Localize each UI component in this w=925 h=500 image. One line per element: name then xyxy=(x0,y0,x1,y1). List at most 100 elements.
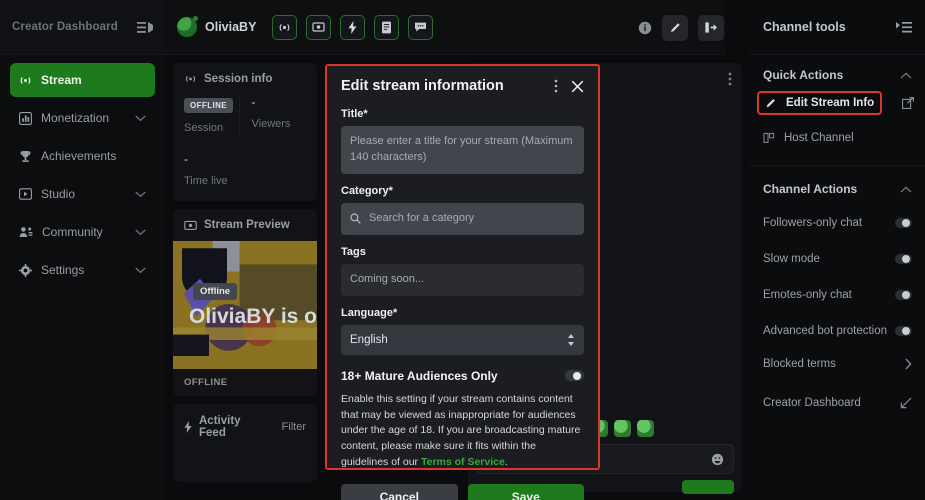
cancel-button[interactable]: Cancel xyxy=(341,483,458,500)
channel-actions-title: Channel Actions xyxy=(763,182,858,196)
close-icon[interactable] xyxy=(571,80,584,93)
more-vertical-icon[interactable] xyxy=(728,72,732,86)
channel-action-blocked-terms[interactable]: Blocked terms xyxy=(750,349,925,379)
pencil-icon[interactable] xyxy=(662,14,688,41)
mature-audiences-description: Enable this setting if your stream conta… xyxy=(341,392,584,471)
main-panels-column: Session info OFFLINE Session - Viewers -… xyxy=(165,55,325,500)
quick-action-edit-stream-info-row: Edit Stream Info xyxy=(750,91,925,115)
language-select[interactable]: English xyxy=(341,324,584,355)
more-vertical-icon[interactable] xyxy=(554,79,558,93)
stream-preview-panel: Stream Preview Offline OliviaBY is offli… xyxy=(173,209,317,396)
dashboard-title: Creator Dashboard xyxy=(12,21,118,33)
channel-actions-header[interactable]: Channel Actions xyxy=(750,166,925,205)
chevron-up-icon[interactable] xyxy=(900,186,912,193)
quick-action-label: Host Channel xyxy=(784,131,854,144)
stream-preview-thumbnail[interactable]: Offline OliviaBY is offline xyxy=(173,241,317,369)
sidebar-item-studio[interactable]: Studio xyxy=(10,177,155,211)
activity-feed-title: Activity Feed xyxy=(199,415,241,439)
panel-collapse-icon[interactable] xyxy=(896,21,912,34)
broadcast-icon[interactable] xyxy=(272,14,298,40)
description-text-part2: . xyxy=(504,455,508,468)
sidebar-item-settings[interactable]: Settings xyxy=(10,253,155,287)
stepper-arrows-icon xyxy=(567,333,575,347)
stream-preview-title: Stream Preview xyxy=(204,219,290,231)
title-input-placeholder: Please enter a title for your stream (Ma… xyxy=(350,135,573,163)
mature-audiences-row: 18+ Mature Audiences Only xyxy=(341,369,584,383)
session-info-panel: Session info OFFLINE Session - Viewers -… xyxy=(173,63,317,201)
collapse-corner-icon xyxy=(900,397,912,409)
emote-item[interactable] xyxy=(637,419,654,437)
channel-action-slow-mode[interactable]: Slow mode xyxy=(750,241,925,277)
quick-actions-header[interactable]: Quick Actions xyxy=(750,55,925,91)
emoji-icon[interactable] xyxy=(711,453,724,466)
chevron-up-icon[interactable] xyxy=(900,72,912,79)
lightning-icon[interactable] xyxy=(340,14,366,40)
advanced-bot-protection-toggle[interactable] xyxy=(895,326,912,336)
preview-footer-status: OFFLINE xyxy=(184,377,228,388)
collapse-sidebar-icon[interactable] xyxy=(137,21,153,34)
channel-action-advanced-bot-protection[interactable]: Advanced bot protection xyxy=(750,313,925,349)
title-input[interactable]: Please enter a title for your stream (Ma… xyxy=(341,126,584,174)
trophy-icon xyxy=(19,150,32,163)
avatar xyxy=(177,16,198,37)
time-live-label: Time live xyxy=(184,175,228,187)
session-label: Session xyxy=(184,122,224,134)
time-live-value: - xyxy=(184,152,188,166)
external-link-icon[interactable] xyxy=(902,97,925,109)
quick-icon-buttons xyxy=(272,14,434,40)
emote-item[interactable] xyxy=(614,419,631,437)
chevron-down-icon xyxy=(135,229,146,236)
mature-audiences-toggle[interactable] xyxy=(565,370,584,382)
document-icon[interactable] xyxy=(374,14,400,40)
channel-action-followers-only-chat[interactable]: Followers-only chat xyxy=(750,205,925,241)
activity-feed-panel: Activity Feed Filter xyxy=(173,404,317,482)
modal-header: Edit stream information xyxy=(341,78,584,94)
send-message-button[interactable] xyxy=(682,480,734,494)
terms-of-service-link[interactable]: Terms of Service xyxy=(421,456,505,468)
broadcast-icon xyxy=(184,74,197,84)
modal-actions: Cancel Save xyxy=(341,483,584,500)
sidebar-item-stream[interactable]: Stream xyxy=(10,63,155,97)
brand-name: OliviaBY xyxy=(205,20,257,34)
followers-only-chat-toggle[interactable] xyxy=(895,218,912,228)
channel-action-label: Followers-only chat xyxy=(763,217,863,229)
info-icon[interactable] xyxy=(638,21,652,35)
channel-action-label: Blocked terms xyxy=(763,358,836,370)
activity-feed-filter[interactable]: Filter xyxy=(282,421,306,433)
title-field-label: Title* xyxy=(341,108,368,120)
sidebar-item-label: Achievements xyxy=(41,149,117,163)
language-selected-value: English xyxy=(350,333,388,346)
status-badge: OFFLINE xyxy=(184,98,234,113)
sidebar-item-label: Studio xyxy=(41,187,76,201)
quick-action-edit-stream-info[interactable]: Edit Stream Info xyxy=(757,91,883,115)
channel-action-creator-dashboard[interactable]: Creator Dashboard xyxy=(750,385,925,421)
save-button[interactable]: Save xyxy=(467,483,584,500)
lightning-icon xyxy=(184,421,192,433)
preview-offline-badge: Offline xyxy=(193,283,238,300)
category-field-label: Category* xyxy=(341,184,393,197)
edit-stream-information-dialog: Edit stream information Title* Please en… xyxy=(325,64,600,500)
sidebar-item-achievements[interactable]: Achievements xyxy=(10,139,155,173)
tags-input-placeholder: Coming soon... xyxy=(350,272,424,285)
sidebar-item-monetization[interactable]: Monetization xyxy=(10,101,155,135)
slow-mode-toggle[interactable] xyxy=(895,254,912,264)
tags-input[interactable]: Coming soon... xyxy=(341,263,584,296)
search-icon xyxy=(350,213,361,225)
category-search-input[interactable]: Search for a category xyxy=(341,202,584,235)
channel-action-label: Creator Dashboard xyxy=(763,397,861,409)
exit-icon[interactable] xyxy=(698,14,724,41)
screen-share-icon[interactable] xyxy=(306,14,332,40)
session-info-title: Session info xyxy=(204,73,273,85)
quick-action-host-channel[interactable]: Host Channel xyxy=(750,122,925,153)
preview-offline-text: OliviaBY is offline xyxy=(189,305,317,328)
emotes-only-chat-toggle[interactable] xyxy=(895,290,912,300)
channel-action-emotes-only-chat[interactable]: Emotes-only chat xyxy=(750,277,925,313)
sidebar-item-community[interactable]: Community xyxy=(10,215,155,249)
chat-icon[interactable] xyxy=(408,14,434,40)
quick-actions-title: Quick Actions xyxy=(763,68,844,82)
top-bar-left: Creator Dashboard xyxy=(0,0,165,55)
brand[interactable]: OliviaBY xyxy=(177,16,257,37)
chevron-down-icon xyxy=(135,267,146,274)
channel-action-label: Slow mode xyxy=(763,253,820,265)
stream-preview-header: Stream Preview xyxy=(173,209,317,241)
